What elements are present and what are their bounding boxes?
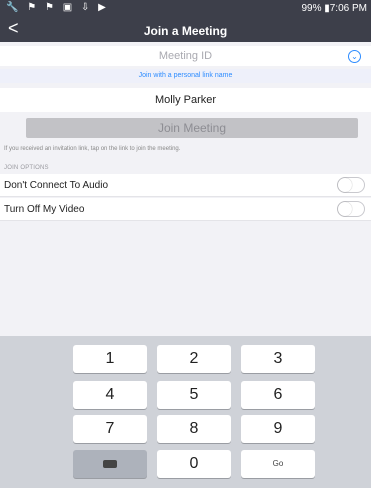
key-1[interactable]: 1 — [73, 345, 147, 373]
video-toggle[interactable] — [337, 201, 365, 217]
numeric-keypad: 1 2 3 4 5 6 7 8 9 0 Go — [0, 336, 371, 488]
top-bar: 🔧 ⚑ ⚑ ▣ ⇩ ▶ 99% ▮7:06 PM < Join a Meetin… — [0, 0, 371, 42]
key-8[interactable]: 8 — [157, 415, 231, 443]
toggle-knob — [338, 202, 352, 216]
key-6[interactable]: 6 — [241, 381, 315, 409]
key-backspace[interactable] — [73, 450, 147, 478]
toggle-knob — [338, 178, 352, 192]
key-4[interactable]: 4 — [73, 381, 147, 409]
meeting-id-placeholder: Meeting ID — [158, 50, 213, 62]
option-turn-off-video: Turn Off My Video — [0, 198, 371, 221]
personal-link-button[interactable]: Join with a personal link name — [0, 69, 371, 83]
key-7[interactable]: 7 — [73, 415, 147, 443]
join-options-header: JOIN OPTIONS — [4, 165, 49, 171]
key-5[interactable]: 5 — [157, 381, 231, 409]
name-field[interactable]: Molly Parker — [0, 88, 371, 112]
status-icons: 🔧 ⚑ ⚑ ▣ ⇩ ▶ — [6, 2, 109, 13]
join-meeting-button[interactable]: Join Meeting — [26, 118, 358, 138]
option-label: Turn Off My Video — [4, 204, 85, 215]
chevron-down-circle-icon[interactable]: ⌄ — [348, 50, 361, 63]
name-field-value: Molly Parker — [154, 94, 217, 106]
status-battery-time: 99% ▮7:06 PM — [301, 3, 367, 14]
key-2[interactable]: 2 — [157, 345, 231, 373]
option-dont-connect-audio: Don't Connect To Audio — [0, 174, 371, 197]
backspace-icon — [103, 459, 117, 468]
audio-toggle[interactable] — [337, 177, 365, 193]
key-0[interactable]: 0 — [157, 450, 231, 478]
option-label: Don't Connect To Audio — [4, 180, 109, 191]
meeting-id-field[interactable]: Meeting ID ⌄ — [0, 46, 371, 66]
key-9[interactable]: 9 — [241, 415, 315, 443]
key-3[interactable]: 3 — [241, 345, 315, 373]
page-title: Join a Meeting — [143, 24, 228, 38]
invitation-hint: If you received an invitation link, tap … — [4, 146, 181, 152]
key-go[interactable]: Go — [241, 450, 315, 478]
